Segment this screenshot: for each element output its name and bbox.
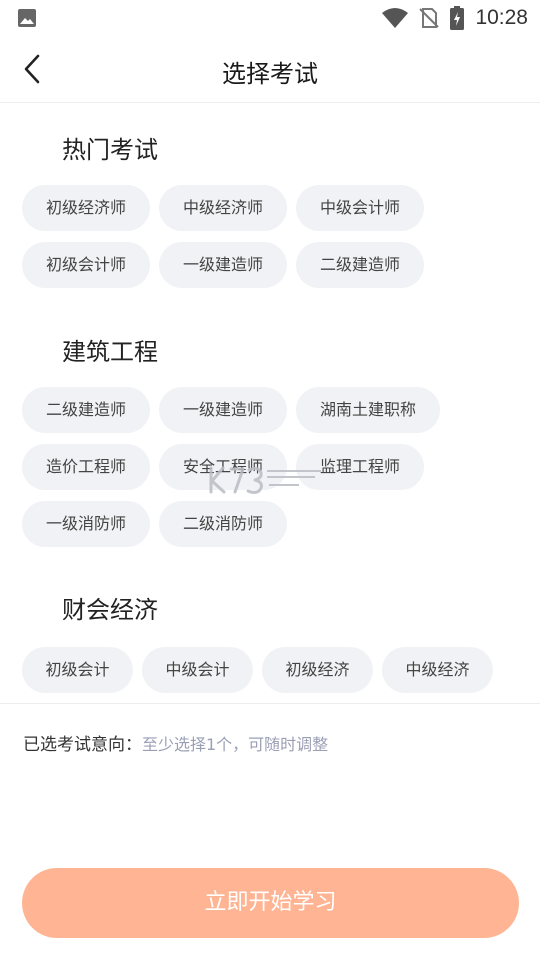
exam-list[interactable]: 热门考试 初级经济师 中级经济师 中级会计师 初级会计师 一级建造师 二级建造师… xyxy=(0,103,540,703)
exam-chip[interactable]: 一级建造师 xyxy=(159,242,287,288)
exam-chip[interactable]: 初级会计师 xyxy=(22,242,150,288)
section-title-construction: 建筑工程 xyxy=(62,338,158,366)
status-bar: 10:28 xyxy=(0,0,540,36)
image-notification-icon xyxy=(18,9,36,27)
exam-chip[interactable]: 中级会计师 xyxy=(296,185,424,231)
exam-chip[interactable]: 二级消防师 xyxy=(159,501,287,547)
exam-chip[interactable]: 一级消防师 xyxy=(22,501,150,547)
exam-chip[interactable]: 初级会计 xyxy=(22,647,133,693)
exam-chip[interactable]: 中级经济师 xyxy=(159,185,287,231)
divider xyxy=(0,703,540,704)
selected-hint: 至少选择1个，可随时调整 xyxy=(142,735,329,754)
exam-chip[interactable]: 一级建造师 xyxy=(159,387,287,433)
nav-header: 选择考试 xyxy=(0,36,540,103)
exam-chip[interactable]: 二级建造师 xyxy=(22,387,150,433)
exam-chip[interactable]: 初级经济师 xyxy=(22,185,150,231)
page-title: 选择考试 xyxy=(222,60,318,88)
watermark-logo xyxy=(209,466,321,494)
wifi-icon xyxy=(382,8,409,28)
exam-chip[interactable]: 中级会计 xyxy=(142,647,253,693)
clock: 10:28 xyxy=(475,6,528,29)
section-title-hot: 热门考试 xyxy=(62,136,158,164)
exam-chip[interactable]: 中级经济 xyxy=(382,647,493,693)
exam-chip[interactable]: 二级建造师 xyxy=(296,242,424,288)
section-title-finance: 财会经济 xyxy=(62,596,158,624)
selected-exams: 已选考试意向：至少选择1个，可随时调整 xyxy=(23,730,328,755)
exam-chip[interactable]: 初级经济 xyxy=(262,647,373,693)
selected-label: 已选考试意向： xyxy=(23,735,142,755)
exam-chip[interactable]: 湖南土建职称 xyxy=(296,387,440,433)
no-sim-icon xyxy=(419,8,440,28)
battery-icon xyxy=(450,6,465,30)
start-learning-button[interactable]: 立即开始学习 xyxy=(22,868,519,938)
exam-chip[interactable]: 造价工程师 xyxy=(22,444,150,490)
